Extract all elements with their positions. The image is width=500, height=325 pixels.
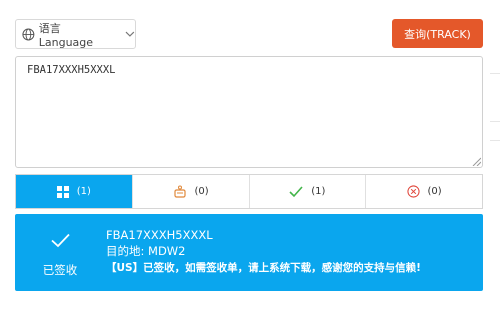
- destination: 目的地: MDW2: [106, 244, 186, 258]
- tab-all-count: (1): [76, 186, 91, 197]
- delivery-notice: 【US】已签收，如需签收单，请上系统下载，感谢您的支持与信赖!: [106, 262, 421, 274]
- resize-handle-icon[interactable]: [472, 157, 481, 166]
- grid-icon: [56, 185, 69, 198]
- status-filter-tabs: (1) (0) (1) (0): [15, 174, 483, 209]
- globe-icon: [22, 28, 35, 40]
- tab-in-transit-count: (0): [194, 186, 209, 197]
- check-icon: [289, 185, 303, 197]
- close-circle-icon: [406, 185, 420, 198]
- language-select-label: 语言 Language: [38, 21, 94, 49]
- tab-delivered-count: (1): [311, 186, 326, 197]
- check-icon: [51, 233, 70, 248]
- track-button[interactable]: 查询(TRACK): [392, 19, 483, 48]
- tab-exception-count: (0): [427, 186, 442, 197]
- divider: [490, 140, 500, 141]
- tab-in-transit[interactable]: (0): [131, 175, 249, 208]
- tracking-result-card[interactable]: 已签收 FBA17XXXH5XXXL 目的地: MDW2 【US】已签收，如需签…: [15, 214, 483, 291]
- transit-icon: [173, 185, 186, 198]
- tracking-info: FBA17XXXH5XXXL 目的地: MDW2 【US】已签收，如需签收单，请…: [106, 227, 421, 276]
- tab-delivered[interactable]: (1): [248, 175, 366, 208]
- divider: [490, 73, 500, 74]
- tracking-number: FBA17XXXH5XXXL: [106, 228, 213, 242]
- status-block: 已签收: [15, 214, 105, 291]
- status-label: 已签收: [42, 263, 78, 277]
- tab-all[interactable]: (1): [16, 175, 132, 208]
- divider: [490, 121, 500, 122]
- chevron-down-icon: [125, 31, 135, 37]
- tab-exception[interactable]: (0): [365, 175, 482, 208]
- tracking-number-input[interactable]: FBA17XXXH5XXXL: [15, 56, 483, 168]
- language-select[interactable]: 语言 Language: [15, 19, 136, 49]
